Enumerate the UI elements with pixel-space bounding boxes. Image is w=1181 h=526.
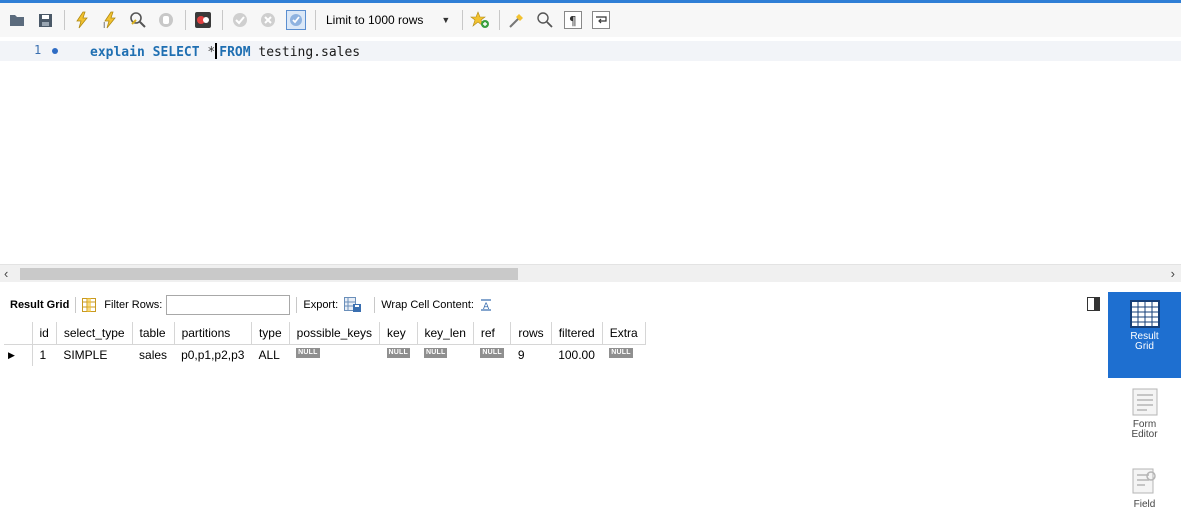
execute-icon[interactable] bbox=[71, 9, 93, 31]
toggle-error-icon[interactable] bbox=[192, 9, 214, 31]
column-header-ref[interactable]: ref bbox=[473, 322, 512, 345]
rollback-icon[interactable] bbox=[257, 9, 279, 31]
cell-key[interactable]: NULL bbox=[380, 344, 417, 366]
keyword-select: SELECT bbox=[152, 45, 200, 60]
commit-icon[interactable] bbox=[229, 9, 251, 31]
sql-editor-toolbar: I Limit to 1000 rows ▼ ¶ bbox=[0, 3, 1181, 37]
svg-text:¶: ¶ bbox=[569, 14, 577, 28]
column-header-key-len[interactable]: key_len bbox=[417, 322, 474, 345]
sidebar-item-form-editor[interactable]: Form Editor bbox=[1108, 384, 1181, 448]
limit-rows-value: Limit to 1000 rows bbox=[326, 13, 424, 27]
cell-type[interactable]: ALL bbox=[251, 344, 289, 366]
autocommit-icon[interactable] bbox=[285, 9, 307, 31]
null-badge: NULL bbox=[609, 347, 633, 358]
beautify-icon[interactable] bbox=[506, 9, 528, 31]
result-view-sidebar: Result Grid Form Editor Field bbox=[1108, 292, 1181, 526]
folder-icon[interactable] bbox=[6, 9, 28, 31]
column-header-table[interactable]: table bbox=[132, 322, 175, 345]
cell-rows[interactable]: 9 bbox=[511, 344, 551, 366]
cell-id[interactable]: 1 bbox=[32, 344, 56, 366]
column-header-key[interactable]: key bbox=[379, 322, 418, 345]
row-pointer-icon[interactable]: ▶ bbox=[4, 344, 33, 366]
sidebar-item-field-types[interactable]: Field bbox=[1108, 464, 1181, 526]
sidebar-item-result-grid[interactable]: Result Grid bbox=[1108, 292, 1181, 378]
chevron-left-icon[interactable]: ‹ bbox=[4, 266, 8, 281]
grid-header-row: id select_type table partitions type pos… bbox=[4, 322, 646, 345]
select-star: * bbox=[207, 45, 216, 60]
sidebar-label: Editor bbox=[1131, 429, 1158, 440]
limit-rows-select[interactable]: Limit to 1000 rows ▼ bbox=[322, 9, 454, 31]
word-wrap-icon[interactable] bbox=[590, 9, 612, 31]
cell-ref[interactable]: NULL bbox=[473, 344, 510, 366]
toolbar-separator bbox=[75, 297, 77, 313]
table-row[interactable]: ▶ 1 SIMPLE sales p0,p1,p2,p3 ALL NULL NU… bbox=[4, 344, 645, 366]
bookmark-icon[interactable] bbox=[469, 9, 491, 31]
null-badge: NULL bbox=[480, 347, 504, 358]
column-header-type[interactable]: type bbox=[251, 322, 290, 345]
cell-partitions[interactable]: p0,p1,p2,p3 bbox=[174, 344, 251, 366]
toolbar-separator bbox=[296, 297, 298, 313]
chevron-down-icon: ▼ bbox=[441, 15, 451, 25]
form-editor-icon bbox=[1132, 388, 1157, 416]
find-icon[interactable] bbox=[534, 9, 556, 31]
wrap-cell-content-label: Wrap Cell Content: bbox=[381, 299, 474, 311]
grid-layout-icon[interactable] bbox=[82, 298, 97, 312]
scrollbar-thumb[interactable] bbox=[20, 268, 518, 280]
toolbar-separator bbox=[64, 10, 65, 30]
column-header-rows[interactable]: rows bbox=[510, 322, 552, 345]
column-header-filtered[interactable]: filtered bbox=[551, 322, 603, 345]
column-header-partitions[interactable]: partitions bbox=[174, 322, 252, 345]
table-identifier: testing.sales bbox=[258, 45, 361, 60]
svg-text:I: I bbox=[103, 21, 105, 29]
statement-marker-icon bbox=[52, 48, 58, 54]
editor-horizontal-scrollbar[interactable]: ‹ › bbox=[0, 264, 1181, 282]
sidebar-label: Field bbox=[1133, 499, 1156, 510]
execute-current-icon[interactable]: I bbox=[99, 9, 121, 31]
result-grid-table: id select_type table partitions type pos… bbox=[4, 322, 646, 366]
toolbar-separator bbox=[315, 10, 316, 30]
export-label: Export: bbox=[303, 299, 339, 311]
sql-code-line[interactable]: explain SELECT * FROM testing.sales bbox=[90, 43, 360, 60]
cell-possible-keys[interactable]: NULL bbox=[289, 344, 379, 366]
field-types-icon bbox=[1132, 468, 1156, 494]
null-badge: NULL bbox=[296, 347, 320, 358]
filter-rows-label: Filter Rows: bbox=[104, 299, 163, 311]
wrap-cell-icon[interactable]: A bbox=[480, 299, 492, 311]
keyword-explain: explain bbox=[90, 45, 145, 60]
filter-rows-input[interactable] bbox=[166, 295, 291, 315]
cell-key-len[interactable]: NULL bbox=[417, 344, 473, 366]
column-header-extra[interactable]: Extra bbox=[602, 322, 646, 345]
toggle-side-panel-icon[interactable] bbox=[1087, 297, 1100, 311]
save-icon[interactable] bbox=[34, 9, 56, 31]
null-badge: NULL bbox=[386, 347, 410, 358]
toolbar-separator bbox=[185, 10, 186, 30]
sql-editor[interactable]: 1 explain SELECT * FROM testing.sales bbox=[0, 37, 1181, 263]
column-header-possible-keys[interactable]: possible_keys bbox=[289, 322, 381, 345]
cell-select-type[interactable]: SIMPLE bbox=[56, 344, 132, 366]
export-icon[interactable] bbox=[344, 297, 362, 313]
text-cursor bbox=[215, 43, 218, 59]
toolbar-separator bbox=[374, 297, 376, 313]
result-toolbar: Result Grid Filter Rows: Export: Wrap Ce… bbox=[0, 292, 1108, 318]
row-header-corner bbox=[4, 322, 33, 345]
null-badge: NULL bbox=[424, 347, 448, 358]
explain-icon[interactable] bbox=[127, 9, 149, 31]
result-grid-tab[interactable]: Result Grid bbox=[10, 299, 69, 311]
result-grid-icon bbox=[1129, 300, 1160, 328]
column-header-select-type[interactable]: select_type bbox=[56, 322, 133, 345]
stop-icon[interactable] bbox=[155, 9, 177, 31]
chevron-right-icon[interactable]: › bbox=[1171, 266, 1175, 281]
svg-text:A: A bbox=[483, 302, 490, 311]
toolbar-separator bbox=[222, 10, 223, 30]
column-header-id[interactable]: id bbox=[32, 322, 57, 345]
cell-extra[interactable]: NULL bbox=[602, 344, 645, 366]
keyword-from: FROM bbox=[219, 45, 251, 60]
toolbar-separator bbox=[462, 10, 464, 30]
cell-table[interactable]: sales bbox=[132, 344, 174, 366]
toolbar-separator bbox=[499, 10, 501, 30]
line-number: 1 bbox=[34, 43, 42, 57]
sidebar-label: Grid bbox=[1135, 341, 1154, 352]
invisible-chars-icon[interactable]: ¶ bbox=[562, 9, 584, 31]
cell-filtered[interactable]: 100.00 bbox=[551, 344, 602, 366]
